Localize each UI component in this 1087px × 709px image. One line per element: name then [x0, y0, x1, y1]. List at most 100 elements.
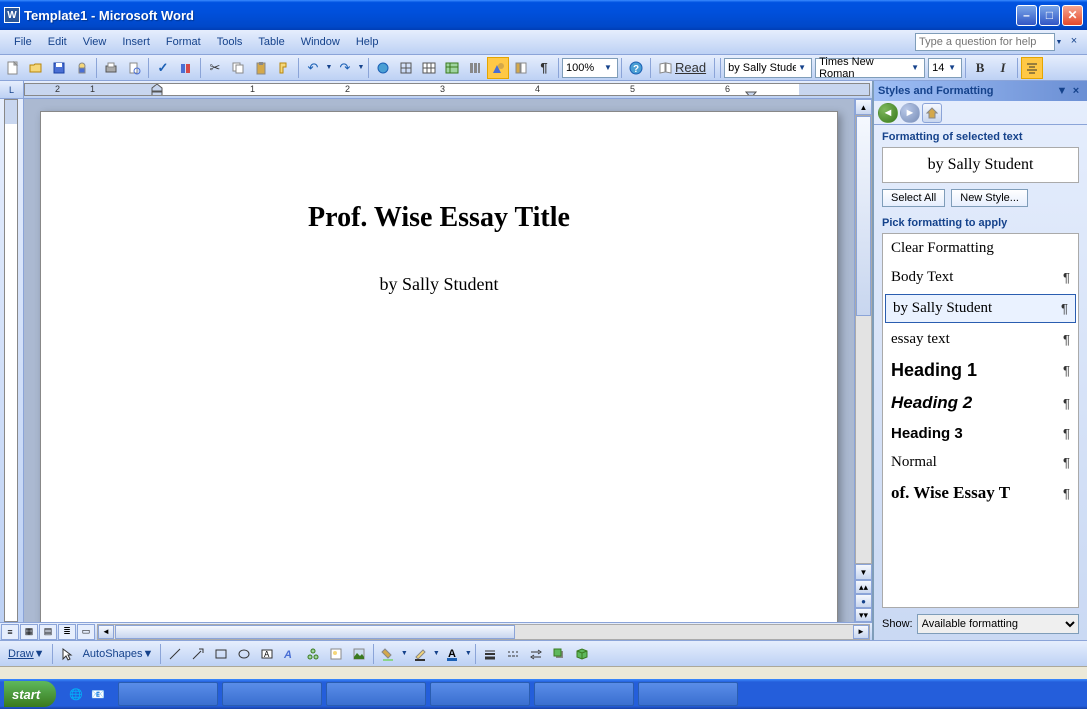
horizontal-ruler[interactable]: L 1 2 1 2 3 4 5 6 — [0, 81, 872, 99]
insert-table-button[interactable] — [418, 57, 440, 79]
menubar-close-icon[interactable]: × — [1067, 35, 1081, 49]
show-hide-button[interactable]: ¶ — [533, 57, 555, 79]
insert-picture-button[interactable] — [348, 643, 370, 665]
taskbar-item[interactable] — [326, 682, 426, 706]
print-preview-button[interactable] — [123, 57, 145, 79]
vertical-ruler[interactable] — [0, 99, 24, 622]
scroll-right-button[interactable]: ► — [853, 625, 869, 639]
normal-view-button[interactable]: ≡ — [1, 624, 19, 640]
help-search-input[interactable] — [915, 33, 1055, 51]
paste-button[interactable] — [250, 57, 272, 79]
reading-layout-view-button[interactable]: ▭ — [77, 624, 95, 640]
taskbar-item[interactable] — [118, 682, 218, 706]
undo-button[interactable]: ↶ — [302, 57, 324, 79]
font-color-button[interactable]: A — [441, 643, 463, 665]
redo-button[interactable]: ↷ — [334, 57, 356, 79]
style-list-item[interactable]: Normal¶ — [883, 448, 1078, 477]
help-button[interactable]: ? — [625, 57, 647, 79]
menu-file[interactable]: File — [6, 33, 40, 51]
rectangle-tool-button[interactable] — [210, 643, 232, 665]
font-size-combo[interactable]: 14▼ — [928, 58, 962, 78]
menu-window[interactable]: Window — [293, 33, 348, 51]
italic-button[interactable]: I — [992, 57, 1014, 79]
taskpane-forward-button[interactable]: ► — [900, 103, 920, 123]
spelling-button[interactable]: ✓ — [152, 57, 174, 79]
horizontal-scroll-thumb[interactable] — [115, 625, 515, 639]
select-all-button[interactable]: Select All — [882, 189, 945, 207]
menu-view[interactable]: View — [75, 33, 115, 51]
font-combo[interactable]: Times New Roman▼ — [815, 58, 925, 78]
style-list-item[interactable]: Heading 2¶ — [883, 387, 1078, 419]
insert-worksheet-button[interactable] — [441, 57, 463, 79]
arrow-tool-button[interactable] — [187, 643, 209, 665]
outline-view-button[interactable]: ≣ — [58, 624, 76, 640]
draw-menu-button[interactable]: Draw ▼ — [4, 648, 49, 660]
quicklaunch-icon[interactable]: 🌐 — [66, 684, 86, 704]
arrow-style-button[interactable] — [525, 643, 547, 665]
vertical-scroll-thumb[interactable] — [856, 116, 871, 316]
vertical-scrollbar[interactable]: ▲ ▼ ▴▴ ● ▾▾ — [854, 99, 872, 622]
style-list-item[interactable]: Heading 3¶ — [883, 419, 1078, 448]
style-list-item[interactable]: of. Wise Essay T¶ — [883, 477, 1078, 509]
taskpane-back-button[interactable]: ◄ — [878, 103, 898, 123]
close-button[interactable]: ✕ — [1062, 5, 1083, 26]
format-painter-button[interactable] — [273, 57, 295, 79]
document-page[interactable]: Prof. Wise Essay Title by Sally Student — [40, 111, 838, 622]
document-title[interactable]: Prof. Wise Essay Title — [137, 202, 741, 234]
menu-edit[interactable]: Edit — [40, 33, 75, 51]
tab-selector[interactable]: L — [0, 81, 24, 98]
previous-page-button[interactable]: ▴▴ — [855, 580, 872, 594]
drawing-toggle-button[interactable] — [487, 57, 509, 79]
read-button[interactable]: Read — [654, 57, 711, 79]
line-style-button[interactable] — [479, 643, 501, 665]
diagram-button[interactable] — [302, 643, 324, 665]
columns-button[interactable] — [464, 57, 486, 79]
new-style-button[interactable]: New Style... — [951, 189, 1028, 207]
select-objects-button[interactable] — [56, 643, 78, 665]
undo-dropdown-icon[interactable]: ▼ — [325, 64, 333, 71]
scroll-left-button[interactable]: ◄ — [98, 625, 114, 639]
dash-style-button[interactable] — [502, 643, 524, 665]
select-browse-object-button[interactable]: ● — [855, 594, 872, 608]
help-dropdown-icon[interactable]: ▼ — [1055, 39, 1063, 46]
fill-color-button[interactable] — [377, 643, 399, 665]
print-button[interactable] — [100, 57, 122, 79]
tables-borders-button[interactable] — [395, 57, 417, 79]
textbox-tool-button[interactable]: A — [256, 643, 278, 665]
taskbar-item[interactable] — [222, 682, 322, 706]
open-button[interactable] — [25, 57, 47, 79]
styles-list[interactable]: Clear FormattingBody Text¶by Sally Stude… — [882, 233, 1079, 608]
taskpane-home-button[interactable] — [922, 103, 942, 123]
scroll-up-button[interactable]: ▲ — [855, 99, 872, 115]
line-color-dropdown-icon[interactable]: ▼ — [432, 650, 440, 657]
fill-color-dropdown-icon[interactable]: ▼ — [400, 650, 408, 657]
clipart-button[interactable] — [325, 643, 347, 665]
3d-style-button[interactable] — [571, 643, 593, 665]
taskbar-item[interactable] — [430, 682, 530, 706]
new-document-button[interactable] — [2, 57, 24, 79]
copy-button[interactable] — [227, 57, 249, 79]
style-list-item[interactable]: essay text¶ — [883, 325, 1078, 354]
taskbar-item[interactable] — [534, 682, 634, 706]
research-button[interactable] — [175, 57, 197, 79]
save-button[interactable] — [48, 57, 70, 79]
scroll-down-button[interactable]: ▼ — [855, 564, 872, 580]
wordart-button[interactable]: A — [279, 643, 301, 665]
line-tool-button[interactable] — [164, 643, 186, 665]
menu-table[interactable]: Table — [250, 33, 292, 51]
menu-tools[interactable]: Tools — [209, 33, 251, 51]
redo-dropdown-icon[interactable]: ▼ — [357, 64, 365, 71]
document-byline[interactable]: by Sally Student — [137, 274, 741, 295]
style-list-item[interactable]: by Sally Student¶ — [885, 294, 1076, 323]
current-style-display[interactable]: by Sally Student — [882, 147, 1079, 183]
taskbar-item[interactable] — [638, 682, 738, 706]
horizontal-scrollbar[interactable]: ◄ ► — [97, 624, 870, 640]
align-center-button[interactable] — [1021, 57, 1043, 79]
taskpane-close-icon[interactable]: × — [1069, 85, 1083, 97]
permission-button[interactable] — [71, 57, 93, 79]
show-filter-select[interactable]: Available formatting — [917, 614, 1079, 634]
quicklaunch-icon[interactable]: 📧 — [88, 684, 108, 704]
hyperlink-button[interactable] — [372, 57, 394, 79]
zoom-combo[interactable]: 100%▼ — [562, 58, 618, 78]
maximize-button[interactable]: □ — [1039, 5, 1060, 26]
